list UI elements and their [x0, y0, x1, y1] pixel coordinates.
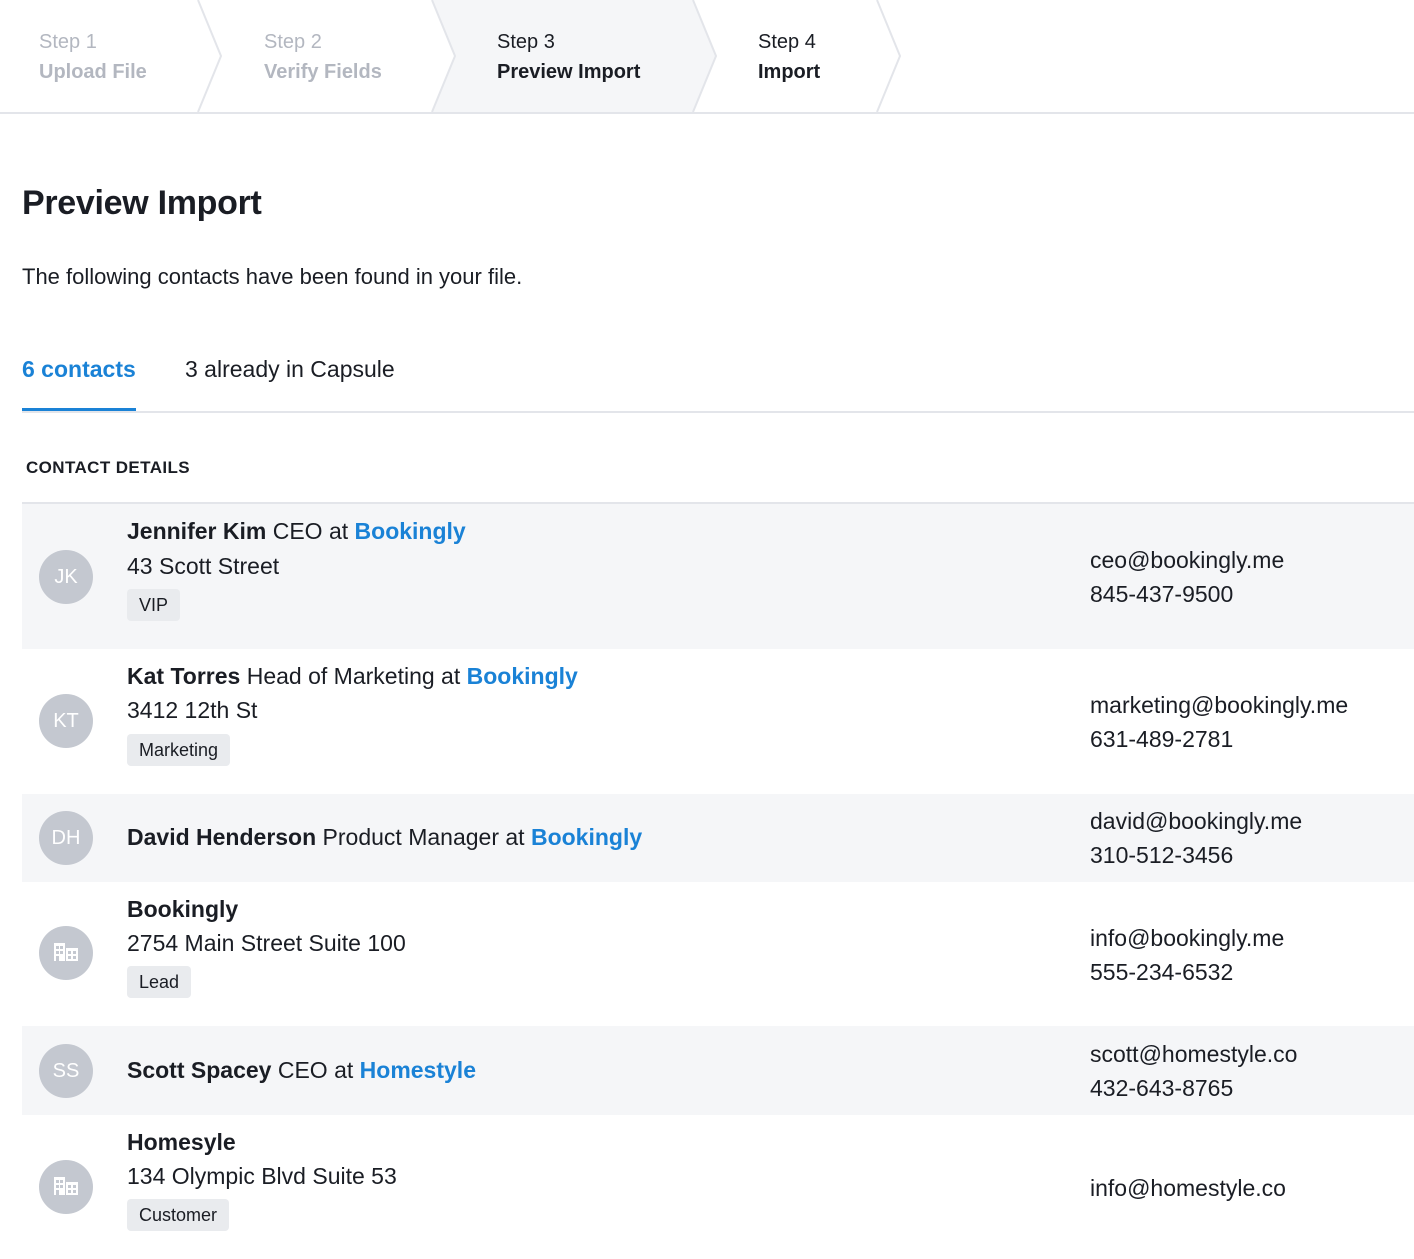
contact-email: scott@homestyle.co — [1090, 1041, 1298, 1067]
avatar: JK — [39, 550, 93, 604]
contact-title: Homesyle — [127, 1129, 236, 1156]
contact-email: david@bookingly.me — [1090, 808, 1303, 834]
organisation-link[interactable]: Bookingly — [355, 518, 466, 544]
contact-role: CEO at — [272, 518, 349, 544]
avatar: KT — [39, 694, 93, 748]
contact-title: Bookingly — [127, 896, 238, 923]
contact-info: marketing@bookingly.me 631-489-2781 — [1090, 688, 1348, 756]
step-name: Import — [758, 61, 821, 83]
contact-row: KT Kat Torres Head of Marketing at Booki… — [22, 649, 1414, 794]
contact-phone: 432-643-8765 — [1090, 1075, 1234, 1101]
contact-row: Homesyle 134 Olympic Blvd Suite 53 Custo… — [22, 1115, 1414, 1259]
contact-address: 43 Scott Street — [127, 553, 280, 579]
contact-phone: 631-489-2781 — [1090, 726, 1234, 752]
contact-tag: Customer — [127, 1199, 230, 1231]
contact-name: Scott Spacey — [127, 1057, 272, 1083]
contact-email: info@homestyle.co — [1090, 1175, 1286, 1201]
step-name: Upload File — [39, 61, 147, 83]
tab-contacts[interactable]: 6 contacts — [22, 356, 136, 411]
page-title: Preview Import — [22, 184, 262, 222]
avatar: SS — [39, 1044, 93, 1098]
contact-email: ceo@bookingly.me — [1090, 547, 1285, 573]
step-number: Step 2 — [264, 31, 322, 53]
contact-row: DH David Henderson Product Manager at Bo… — [22, 794, 1414, 882]
contact-title: Kat Torres Head of Marketing at Bookingl… — [127, 663, 578, 690]
contact-title: Jennifer Kim CEO at Bookingly — [127, 518, 466, 545]
contact-email: marketing@bookingly.me — [1090, 692, 1349, 718]
contact-info: scott@homestyle.co 432-643-8765 — [1090, 1037, 1297, 1105]
contact-row: Bookingly 2754 Main Street Suite 100 Lea… — [22, 882, 1414, 1026]
avatar — [39, 1160, 93, 1214]
step-preview-import: Step 3 Preview Import — [497, 27, 640, 87]
contact-phone: 310-512-3456 — [1090, 842, 1234, 868]
avatar — [39, 926, 93, 980]
step-number: Step 1 — [39, 31, 97, 53]
tab-already-in-capsule[interactable]: 3 already in Capsule — [185, 356, 395, 383]
organisation-link[interactable]: Homestyle — [360, 1057, 476, 1083]
contact-address: 134 Olympic Blvd Suite 53 — [127, 1163, 397, 1189]
contact-tag: Lead — [127, 966, 192, 998]
contacts-tabs: 6 contacts 3 already in Capsule — [22, 340, 1414, 413]
avatar: DH — [39, 811, 93, 865]
stepper-chevrons — [197, 0, 902, 113]
contact-info: info@bookingly.me 555-234-6532 — [1090, 921, 1284, 989]
contact-details-heading: CONTACT DETAILS — [26, 458, 191, 477]
contact-role: Product Manager at — [322, 824, 525, 850]
contact-name: Homesyle — [127, 1129, 236, 1155]
contact-name: Kat Torres — [127, 663, 241, 689]
organisation-link[interactable]: Bookingly — [531, 824, 642, 850]
contact-title: David Henderson Product Manager at Booki… — [127, 824, 642, 851]
organisation-link[interactable]: Bookingly — [467, 663, 578, 689]
page-intro: The following contacts have been found i… — [22, 264, 523, 289]
contact-name: Jennifer Kim — [127, 518, 267, 544]
contact-row: JK Jennifer Kim CEO at Bookingly 43 Scot… — [22, 504, 1414, 649]
import-stepper: Step 1 Upload File Step 2 Verify Fields … — [0, 0, 1414, 114]
contact-tag: VIP — [127, 589, 181, 621]
contact-role: CEO at — [277, 1057, 354, 1083]
step-name: Verify Fields — [264, 61, 382, 83]
step-divider — [197, 0, 223, 113]
contact-info: david@bookingly.me 310-512-3456 — [1090, 804, 1302, 872]
contact-address: 3412 12th St — [127, 697, 258, 723]
contact-email: info@bookingly.me — [1090, 925, 1285, 951]
contact-address: 2754 Main Street Suite 100 — [127, 930, 406, 956]
contact-info: ceo@bookingly.me 845-437-9500 — [1090, 543, 1284, 611]
step-divider — [876, 0, 902, 113]
building-icon — [54, 943, 78, 961]
contact-tag: Marketing — [127, 734, 231, 766]
contact-row: SS Scott Spacey CEO at Homestyle scott@h… — [22, 1026, 1414, 1115]
building-icon — [54, 1177, 78, 1195]
step-verify-fields: Step 2 Verify Fields — [264, 27, 382, 87]
step-upload-file: Step 1 Upload File — [39, 27, 147, 87]
contact-title: Scott Spacey CEO at Homestyle — [127, 1057, 476, 1084]
step-name: Preview Import — [497, 61, 641, 83]
contact-info: info@homestyle.co — [1090, 1171, 1286, 1205]
contact-name: Bookingly — [127, 896, 239, 922]
step-number: Step 4 — [758, 31, 816, 53]
contact-phone: 555-234-6532 — [1090, 959, 1234, 985]
step-number: Step 3 — [497, 31, 555, 53]
contact-role: Head of Marketing at — [246, 663, 461, 689]
contact-name: David Henderson — [127, 824, 317, 850]
step-import: Step 4 Import — [758, 27, 820, 87]
contact-phone: 845-437-9500 — [1090, 581, 1234, 607]
